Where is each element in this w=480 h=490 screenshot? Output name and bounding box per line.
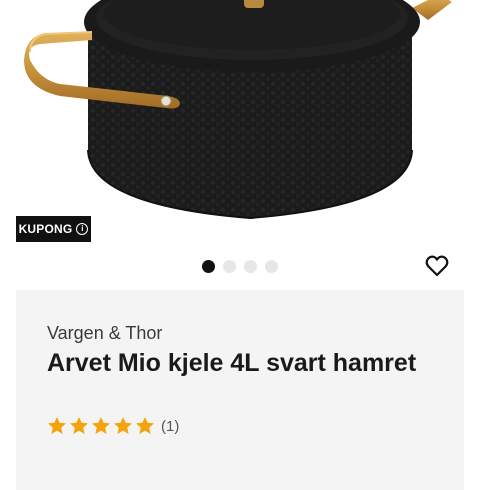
carousel-dot[interactable]	[265, 260, 278, 273]
star-icon	[114, 417, 132, 434]
star-icon	[136, 417, 154, 434]
carousel-indicators	[202, 260, 278, 273]
product-info-card: Vargen & Thor Arvet Mio kjele 4L svart h…	[16, 290, 464, 490]
carousel-dot[interactable]	[202, 260, 215, 273]
star-icon	[48, 417, 66, 434]
coupon-badge[interactable]: KUPONG i	[16, 216, 91, 242]
favorite-button[interactable]	[424, 254, 450, 278]
star-icon	[92, 417, 110, 434]
product-title: Arvet Mio kjele 4L svart hamret	[47, 349, 417, 377]
carousel-dot[interactable]	[223, 260, 236, 273]
rating[interactable]: (1)	[47, 416, 179, 436]
info-icon: i	[76, 223, 89, 235]
pot-illustration	[24, 0, 452, 220]
star-icon	[70, 417, 88, 434]
coupon-label: KUPONG	[18, 222, 73, 236]
brand-link[interactable]: Vargen & Thor	[47, 323, 162, 344]
heart-outline-icon	[425, 255, 449, 277]
carousel-dot[interactable]	[244, 260, 257, 273]
product-image[interactable]	[0, 0, 480, 250]
rating-count: (1)	[161, 417, 180, 435]
